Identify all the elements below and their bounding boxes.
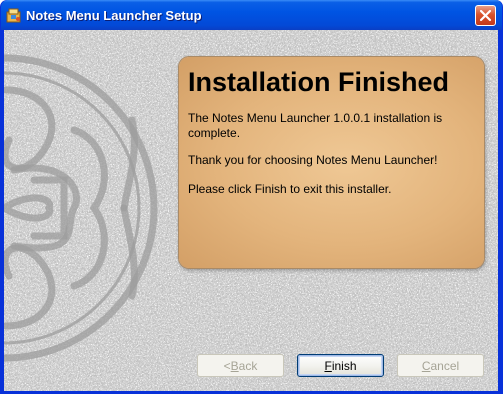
title-bar[interactable]: Notes Menu Launcher Setup (1, 0, 502, 30)
cancel-mnemonic: C (421, 358, 431, 373)
back-rest: ack (238, 358, 258, 373)
exit-instruction-text: Please click Finish to exit this install… (188, 182, 392, 196)
cancel-rest: ancel (430, 358, 460, 373)
info-panel: Installation Finished The Notes Menu Lau… (179, 57, 484, 268)
window-title: Notes Menu Launcher Setup (26, 8, 202, 23)
back-mnemonic: B (230, 358, 239, 373)
setup-window: Notes Menu Launcher Setup Installation F… (0, 0, 503, 394)
finish-mnemonic: F (324, 358, 332, 373)
celtic-knot-icon (4, 54, 158, 362)
thank-you-text: Thank you for choosing Notes Menu Launch… (188, 153, 438, 167)
finish-rest: inish (331, 358, 357, 373)
back-prefix: < (223, 358, 231, 373)
page-title: Installation Finished (188, 67, 450, 97)
back-button[interactable]: < Back (197, 354, 284, 377)
finish-button[interactable]: Finish (297, 354, 384, 377)
close-button[interactable] (475, 5, 496, 26)
wizard-client-area: Installation Finished The Notes Menu Lau… (4, 30, 498, 391)
close-icon (479, 9, 492, 22)
cancel-button[interactable]: Cancel (397, 354, 484, 377)
installer-icon (6, 7, 22, 23)
install-complete-text: The Notes Menu Launcher 1.0.0.1 installa… (188, 111, 443, 140)
